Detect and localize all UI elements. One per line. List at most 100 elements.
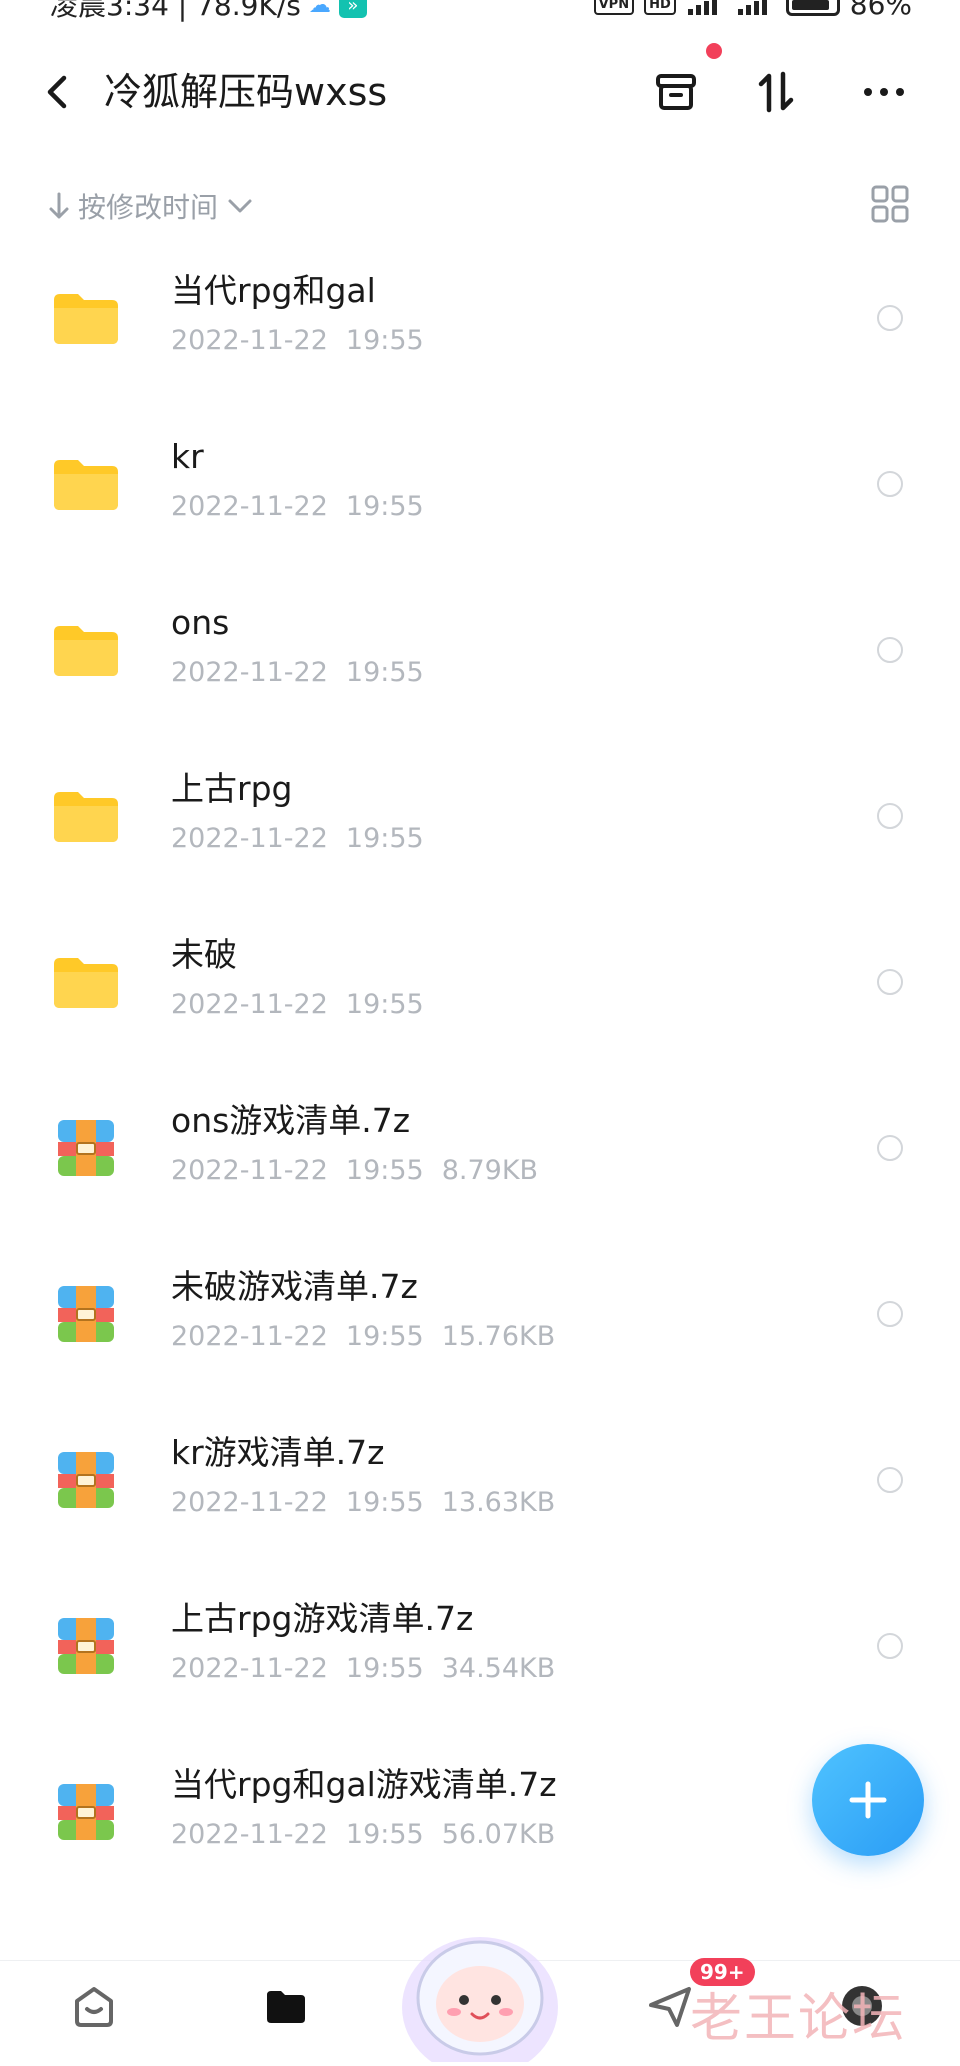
notification-dot	[706, 43, 722, 59]
file-name: kr游戏清单.7z	[171, 1433, 385, 1472]
select-radio[interactable]	[877, 1633, 903, 1659]
file-time: 19:55	[345, 1321, 424, 1352]
mascot-center-button[interactable]	[390, 1912, 570, 2066]
list-item[interactable]: 上古rpg 2022-11-22 19:55	[0, 750, 960, 916]
tab-files[interactable]	[256, 1981, 316, 2045]
sort-dropdown[interactable]: 按修改时间	[48, 186, 254, 226]
folder-icon	[54, 792, 118, 842]
file-date: 2022-11-22	[171, 1321, 328, 1352]
file-meta: 2022-11-22 19:55	[171, 488, 442, 526]
file-date: 2022-11-22	[171, 1653, 328, 1684]
select-radio[interactable]	[877, 1467, 903, 1493]
select-radio[interactable]	[877, 1135, 903, 1161]
select-radio[interactable]	[877, 637, 903, 663]
file-name: ons	[171, 603, 230, 642]
back-button[interactable]	[38, 68, 78, 116]
file-meta: 2022-11-22 19:55	[171, 820, 442, 858]
cloud-icon: ☁	[308, 0, 331, 18]
archive-file-icon	[58, 1618, 114, 1674]
file-time: 19:55	[345, 325, 424, 356]
folder-filled-icon	[267, 1991, 305, 2023]
list-item[interactable]: kr 2022-11-22 19:55	[0, 418, 960, 584]
file-name: 上古rpg	[171, 769, 293, 808]
file-size: 8.79KB	[441, 1155, 539, 1186]
file-meta: 2022-11-22 19:55 8.79KB	[171, 1152, 556, 1190]
astronaut-mascot-icon	[402, 1937, 558, 2066]
more-dots-icon	[864, 88, 904, 96]
archive-file-icon	[58, 1286, 114, 1342]
file-date: 2022-11-22	[171, 657, 328, 688]
list-item[interactable]: 当代rpg和gal游戏清单.7z 2022-11-22 19:55 56.07KB	[0, 1746, 960, 1912]
signal-icon-2	[737, 0, 767, 15]
grid-view-button[interactable]	[870, 184, 910, 224]
file-date: 2022-11-22	[171, 1819, 328, 1850]
plus-icon	[849, 1781, 887, 1819]
page-title: 冷狐解压码wxss	[104, 70, 388, 114]
list-item[interactable]: 上古rpg游戏清单.7z 2022-11-22 19:55 34.54KB	[0, 1580, 960, 1746]
tab-home[interactable]	[64, 1981, 124, 2045]
file-time: 19:55	[345, 1819, 424, 1850]
sort-label: 按修改时间	[78, 191, 219, 224]
list-item[interactable]: 当代rpg和gal 2022-11-22 19:55	[0, 252, 960, 418]
list-item[interactable]: 未破游戏清单.7z 2022-11-22 19:55 15.76KB	[0, 1248, 960, 1414]
file-date: 2022-11-22	[171, 1487, 328, 1518]
file-name: kr	[171, 437, 204, 476]
battery-percent: 86%	[849, 0, 912, 21]
file-name: 未破	[171, 935, 237, 974]
folder-icon	[54, 958, 118, 1008]
watermark-text: 老王论坛	[690, 1989, 907, 2049]
chevron-left-icon	[47, 75, 67, 109]
chevron-down-icon	[228, 199, 252, 213]
list-item[interactable]: ons游戏清单.7z 2022-11-22 19:55 8.79KB	[0, 1082, 960, 1248]
select-radio[interactable]	[877, 471, 903, 497]
file-meta: 2022-11-22 19:55 56.07KB	[171, 1816, 573, 1854]
vpn-indicator: VPN	[593, 0, 635, 15]
file-name: 当代rpg和gal游戏清单.7z	[171, 1765, 557, 1804]
status-left: 凌晨3:34 | 78.9K/s ☁ »	[50, 0, 367, 22]
select-radio[interactable]	[877, 803, 903, 829]
paper-plane-icon	[649, 1987, 691, 2027]
file-date: 2022-11-22	[171, 491, 328, 522]
grid-view-icon	[871, 185, 909, 223]
signal-icon	[687, 0, 717, 15]
file-name: 上古rpg游戏清单.7z	[171, 1599, 474, 1638]
list-item[interactable]: 未破 2022-11-22 19:55	[0, 916, 960, 1082]
app-notification-icon: »	[338, 0, 367, 18]
status-time-speed: 凌晨3:34 | 78.9K/s	[50, 0, 301, 22]
folder-icon	[54, 294, 118, 344]
file-time: 19:55	[345, 823, 424, 854]
file-name: 未破游戏清单.7z	[171, 1267, 418, 1306]
add-button[interactable]	[812, 1744, 924, 1856]
sort-bar: 按修改时间	[0, 178, 960, 234]
archive-file-icon	[58, 1452, 114, 1508]
select-radio[interactable]	[877, 969, 903, 995]
list-item[interactable]: kr游戏清单.7z 2022-11-22 19:55 13.63KB	[0, 1414, 960, 1580]
file-date: 2022-11-22	[171, 989, 328, 1020]
file-size: 15.76KB	[441, 1321, 556, 1352]
select-radio[interactable]	[877, 305, 903, 331]
file-date: 2022-11-22	[171, 325, 328, 356]
file-meta: 2022-11-22 19:55 34.54KB	[171, 1650, 573, 1688]
file-meta: 2022-11-22 19:55 13.63KB	[171, 1484, 573, 1522]
file-size: 13.63KB	[441, 1487, 556, 1518]
sort-arrows-icon	[758, 71, 794, 113]
file-time: 19:55	[345, 491, 424, 522]
folder-icon	[54, 626, 118, 676]
archive-box-icon	[656, 74, 696, 110]
sort-toggle-button[interactable]	[750, 66, 802, 118]
more-options-button[interactable]	[858, 66, 910, 118]
file-size: 34.54KB	[441, 1653, 556, 1684]
file-time: 19:55	[345, 1155, 424, 1186]
home-icon	[75, 1987, 113, 2027]
file-time: 19:55	[345, 1653, 424, 1684]
folder-icon	[54, 460, 118, 510]
file-meta: 2022-11-22 19:55	[171, 654, 442, 692]
transfer-box-button[interactable]	[650, 66, 702, 118]
file-size: 56.07KB	[441, 1819, 556, 1850]
file-time: 19:55	[345, 1487, 424, 1518]
list-item[interactable]: ons 2022-11-22 19:55	[0, 584, 960, 750]
file-date: 2022-11-22	[171, 1155, 328, 1186]
top-navigation: 冷狐解压码wxss	[0, 48, 960, 136]
select-radio[interactable]	[877, 1301, 903, 1327]
archive-file-icon	[58, 1120, 114, 1176]
